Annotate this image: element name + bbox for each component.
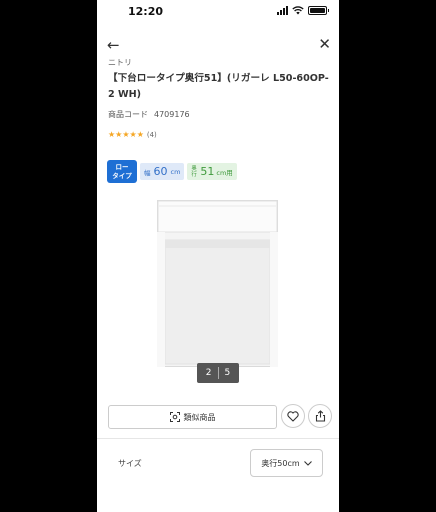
battery-icon bbox=[308, 6, 329, 15]
favorite-button[interactable] bbox=[281, 404, 305, 428]
image-pager: 2 5 bbox=[197, 363, 239, 383]
phone-screen: 12:20 ← ✕ ニトリ 【下台ロータイプ奥行51】(リガーレ L50-60O… bbox=[97, 0, 339, 512]
product-code-label: 商品コード bbox=[108, 110, 148, 119]
spec-tags: ロー タイプ 幅 60 cm 奥行 51 cm用 bbox=[107, 160, 237, 183]
close-icon[interactable]: ✕ bbox=[318, 35, 331, 53]
star-rating-icon: ★★★★★ bbox=[108, 130, 144, 139]
product-image[interactable] bbox=[157, 200, 278, 367]
top-nav: ← ✕ bbox=[97, 35, 339, 54]
size-select[interactable]: 奥行50cm bbox=[250, 449, 323, 477]
similar-products-label: 類似商品 bbox=[183, 412, 216, 422]
width-tag: 幅 60 cm bbox=[140, 163, 185, 180]
depth-tag: 奥行 51 cm用 bbox=[187, 163, 237, 180]
product-title: 【下台ロータイプ奥行51】(リガーレ L50-60OP-2 WH) bbox=[108, 73, 329, 100]
signal-icon bbox=[277, 6, 288, 15]
pager-total: 5 bbox=[224, 368, 231, 378]
share-icon bbox=[315, 410, 325, 422]
section-divider bbox=[97, 438, 339, 439]
wifi-icon bbox=[292, 6, 304, 15]
pager-current: 2 bbox=[205, 368, 212, 378]
product-code-value: 4709176 bbox=[154, 110, 190, 119]
arrow-left-icon[interactable]: ← bbox=[107, 36, 120, 54]
size-selected-value: 奥行50cm bbox=[261, 458, 300, 468]
status-time: 12:20 bbox=[128, 5, 164, 18]
low-type-tag: ロー タイプ bbox=[107, 160, 137, 183]
brand-name: ニトリ bbox=[108, 58, 132, 67]
share-button[interactable] bbox=[308, 404, 332, 428]
product-code: 商品コード 4709176 bbox=[108, 109, 190, 120]
status-icons bbox=[277, 6, 329, 15]
rating[interactable]: ★★★★★ (4) bbox=[108, 130, 157, 139]
status-bar: 12:20 bbox=[97, 0, 339, 24]
image-search-icon bbox=[169, 412, 180, 422]
chevron-down-icon bbox=[303, 460, 312, 466]
similar-products-button[interactable]: 類似商品 bbox=[108, 405, 277, 429]
review-count: (4) bbox=[146, 130, 157, 139]
size-label: サイズ bbox=[118, 459, 142, 468]
heart-icon bbox=[287, 410, 299, 422]
